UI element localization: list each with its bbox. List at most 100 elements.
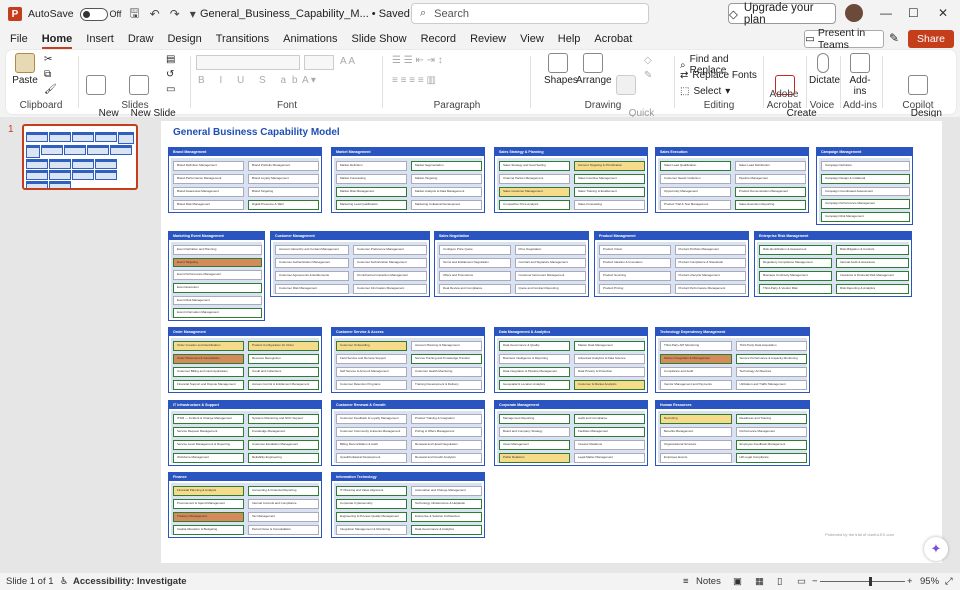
capability-card[interactable]: Finance Financial Planning & Analysis Acco… <box>168 472 322 538</box>
capability-item[interactable]: Facilities Management <box>574 427 645 437</box>
capability-item[interactable]: Service Request Management <box>173 427 244 437</box>
capability-item[interactable]: Renewal and Growth Analytics <box>411 453 482 463</box>
capability-item[interactable]: Product Portfolio Management <box>674 245 746 255</box>
capability-item[interactable]: Campaign Performance Management <box>821 199 910 210</box>
present-in-teams-button[interactable]: ▭ Present in Teams <box>804 27 884 51</box>
zoom-slider[interactable] <box>820 581 905 582</box>
capability-item[interactable]: Integration Management & Monitoring <box>336 525 407 535</box>
capability-item[interactable]: Sales Lead Qualification <box>660 161 731 171</box>
zoom-level[interactable]: 95% <box>920 576 939 587</box>
search-box[interactable]: ⌕ Search <box>411 3 649 24</box>
capability-item[interactable]: Customer Authorization Management <box>353 258 427 268</box>
capability-item[interactable]: ITSM — Incident & Change Management <box>173 414 244 424</box>
capability-item[interactable]: Product Training & Integration <box>411 414 482 424</box>
capability-item[interactable]: Event Risk Management <box>173 295 262 306</box>
reset-icon[interactable]: ↺ <box>166 69 174 80</box>
copy-icon[interactable]: ⧉ <box>44 69 51 80</box>
capability-item[interactable]: Business Intelligence & Reporting <box>499 354 570 364</box>
upgrade-plan-button[interactable]: ◇ Upgrade your plan <box>728 2 836 26</box>
paste-button[interactable]: Paste <box>12 53 38 86</box>
capability-item[interactable]: Product Trial & Test Management <box>660 200 731 210</box>
capability-item[interactable]: Sales Strategy and Goal Setting <box>499 161 570 171</box>
capability-item[interactable]: Master Data Management <box>574 341 645 351</box>
capability-item[interactable]: Customer Needs Collection <box>660 174 731 184</box>
capability-item[interactable]: Product Configuration for Order <box>248 341 319 351</box>
capability-item[interactable]: Compliance and Audit <box>660 367 732 377</box>
notes-button[interactable]: Notes <box>696 576 721 587</box>
capability-item[interactable]: Public Relations <box>499 453 570 463</box>
bullets-icon[interactable]: ☰ ☰ ⇤ ⇥ ↕ <box>392 55 443 66</box>
capability-item[interactable]: Quote and Contract Reporting <box>514 284 586 294</box>
capability-item[interactable]: Market Segmentation <box>411 161 482 171</box>
capability-item[interactable]: Workforce Management <box>173 453 244 463</box>
capability-card[interactable]: Human Resources Recruiting Readiness and T… <box>655 400 810 466</box>
capability-item[interactable]: Product Pricing <box>599 284 671 294</box>
capability-item[interactable]: Technology Infrastructure & Helpdesk <box>411 499 482 509</box>
save-icon[interactable]: 🖫 <box>127 4 141 25</box>
capability-item[interactable]: Customer Community & Events Management <box>336 427 407 437</box>
capability-item[interactable]: Revenue Recognition <box>248 354 319 364</box>
tab-slide-show[interactable]: Slide Show <box>345 28 414 50</box>
capability-item[interactable]: Billing Reconciliation & Audit <box>336 440 407 450</box>
capability-item[interactable]: Contract and Signature Management <box>514 258 586 268</box>
capability-item[interactable]: Vendor Management and Payments <box>660 380 732 390</box>
capability-item[interactable]: Pipeline Management <box>735 174 806 184</box>
capability-item[interactable]: Engineering & Process Quality Management <box>336 512 407 522</box>
capability-item[interactable]: Event Execution <box>173 283 262 293</box>
capability-item[interactable]: Insurance & Financial Risk Management <box>836 271 909 281</box>
capability-item[interactable]: Account Planning & Management <box>411 341 482 351</box>
capability-item[interactable]: Customer Health Monitoring <box>411 367 482 377</box>
capability-item[interactable]: Training Development & Delivery <box>411 380 482 390</box>
capability-item[interactable]: Financial Support and Dispute Management <box>173 380 244 390</box>
capability-item[interactable]: Event Targeting <box>173 257 262 268</box>
capability-item[interactable]: Account Targeting & Prioritization <box>574 161 645 171</box>
capability-item[interactable]: Channel Partner Management <box>499 174 570 184</box>
capability-item[interactable]: Product Sourcing <box>599 271 671 281</box>
capability-item[interactable]: Sales Training & Enablement <box>574 187 645 197</box>
customize-toolbar-icon[interactable]: ▾ <box>188 7 198 21</box>
share-button[interactable]: Share <box>908 30 954 48</box>
capability-item[interactable]: Field Service and Remote Support <box>336 354 407 364</box>
capability-item[interactable]: Investor Relations <box>574 440 645 450</box>
capability-item[interactable]: Third Party Data Acquisition <box>735 341 807 351</box>
capability-item[interactable]: Risk Identification & Assessment <box>759 245 832 255</box>
capability-item[interactable]: Performance Management <box>735 427 807 437</box>
capability-card[interactable]: Data Management & Analytics Data Governan… <box>494 327 648 393</box>
fit-slide-icon[interactable]: ⤢ <box>945 576 953 587</box>
capability-item[interactable]: Third-Party & Vendor Risk <box>759 284 832 294</box>
tab-animations[interactable]: Animations <box>276 28 344 50</box>
capability-item[interactable]: Accounting & Financial Reporting <box>248 486 319 496</box>
capability-item[interactable]: Employee Feedback Management <box>735 440 807 450</box>
slideshow-icon[interactable]: ▭ <box>797 576 806 587</box>
close-button[interactable]: ✕ <box>938 6 948 20</box>
editing-mode-icon[interactable]: ✎ <box>889 31 899 45</box>
capability-item[interactable]: Asset Management <box>499 440 570 450</box>
capability-item[interactable]: Customer & Market Analytics <box>574 380 645 390</box>
capability-item[interactable]: Reliability Engineering <box>248 453 319 463</box>
capability-item[interactable]: Deal Review and Compliance <box>439 284 511 294</box>
font-name-dropdown[interactable] <box>196 55 300 70</box>
addins-button[interactable]: Add-ins <box>845 53 875 97</box>
capability-item[interactable]: Sales Forecasting <box>574 200 645 210</box>
capability-item[interactable]: Market Forecasting <box>336 174 407 184</box>
normal-view-icon[interactable]: ▣ <box>733 576 742 587</box>
slide-sorter-icon[interactable]: ▦ <box>755 576 764 587</box>
capability-item[interactable]: HR Legal Compliance <box>735 453 807 463</box>
capability-item[interactable]: Pricing & Offers Management <box>411 427 482 437</box>
tab-transitions[interactable]: Transitions <box>209 28 276 50</box>
capability-item[interactable]: Customer Billing and Cash Application <box>173 367 244 377</box>
capability-item[interactable]: Capital Allocation & Budgeting <box>173 525 244 535</box>
capability-card[interactable]: IT Infrastructure & Support ITSM — Incide… <box>168 400 322 466</box>
capability-card[interactable]: Customer Management Account Hierarchy and… <box>270 231 430 297</box>
shape-fill-icon[interactable]: ◇ <box>644 55 652 66</box>
capability-card[interactable]: Information Technology IT Planning and Va… <box>331 472 485 538</box>
tab-draw[interactable]: Draw <box>121 28 161 50</box>
accessibility-status[interactable]: Accessibility: Investigate <box>73 576 187 587</box>
zoom-out-icon[interactable]: − <box>812 576 818 587</box>
capability-item[interactable]: Corporate Cybersecurity <box>336 499 407 509</box>
capability-card[interactable]: Product Management Product Vision Product … <box>594 231 749 297</box>
slide-thumbnail[interactable] <box>22 124 138 190</box>
capability-item[interactable]: Benefits Management <box>660 427 732 437</box>
font-size-dropdown[interactable] <box>304 55 334 70</box>
capability-item[interactable]: Campaign Coordinated Assessment <box>821 186 910 197</box>
